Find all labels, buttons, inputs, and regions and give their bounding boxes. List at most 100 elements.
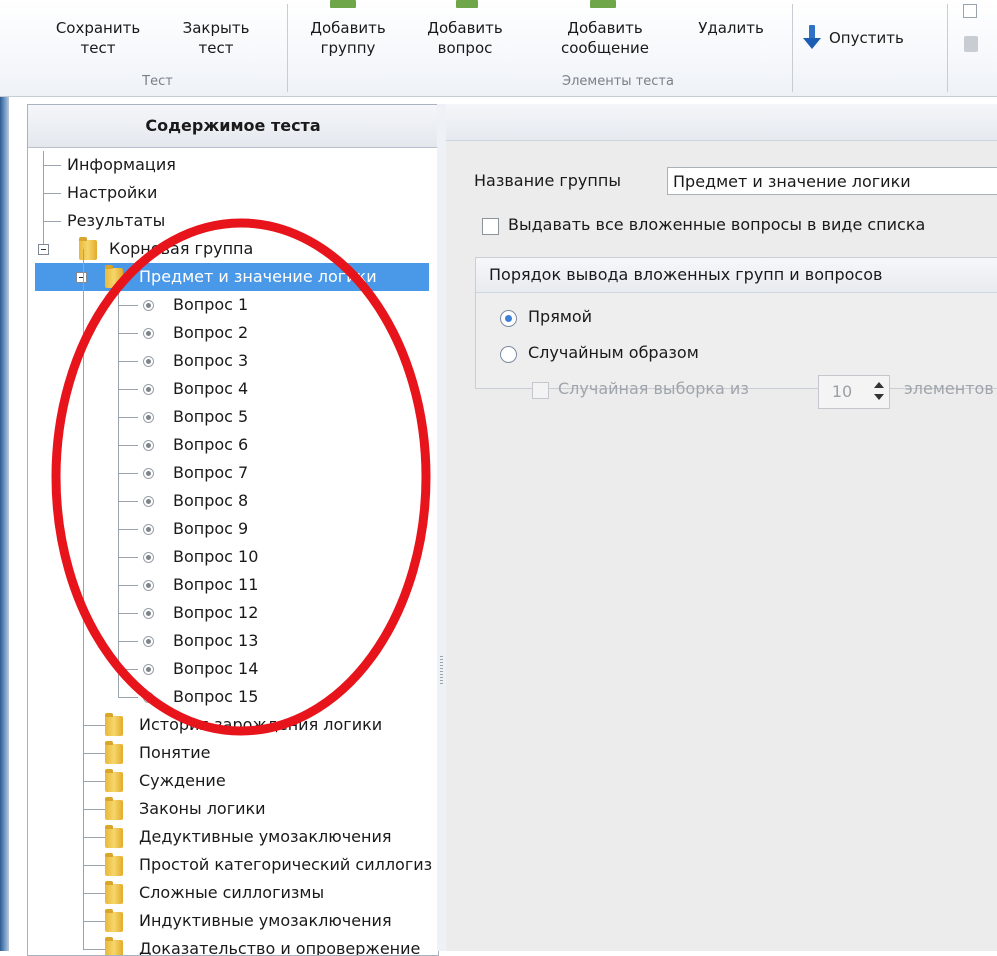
collapse-group-icon[interactable] xyxy=(76,272,87,283)
tree-item-root-group[interactable]: Корневая группа xyxy=(109,235,253,263)
group-name-input[interactable]: Предмет и значение логики xyxy=(667,167,997,195)
tree-item-label: Дедуктивные умозаключения xyxy=(139,827,392,846)
add-message-icon xyxy=(590,0,616,8)
test-contents-panel: Содержимое теста Информация Настройки Резу… xyxy=(27,104,439,956)
close-test-button[interactable]: Закрыть тест xyxy=(166,18,266,58)
list-mode-checkbox[interactable] xyxy=(482,218,499,235)
splitter-grip[interactable] xyxy=(440,656,443,684)
order-direct-radio[interactable] xyxy=(500,310,517,327)
tree-item-label: Информация xyxy=(67,155,176,174)
question-icon xyxy=(143,552,154,563)
tree-item-label: Корневая группа xyxy=(109,239,254,258)
tree-item-group[interactable]: Простой категорический силлогизм xyxy=(139,851,432,879)
tree-item-question[interactable]: Вопрос 15 xyxy=(173,683,258,711)
tree-item-question[interactable]: Вопрос 5 xyxy=(173,403,248,431)
ribbon-separator xyxy=(287,4,288,92)
tree-item-question[interactable]: Вопрос 6 xyxy=(173,431,248,459)
tree-item-question[interactable]: Вопрос 9 xyxy=(173,515,248,543)
move-down-button[interactable]: Опустить xyxy=(803,20,904,56)
folder-icon xyxy=(105,825,123,848)
tree-item-question[interactable]: Вопрос 12 xyxy=(173,599,258,627)
tree-item-settings-node[interactable]: Результаты xyxy=(67,207,165,235)
tree-item-question[interactable]: Вопрос 13 xyxy=(173,627,258,655)
tree-item-label: Вопрос 15 xyxy=(173,687,259,706)
delete-button[interactable]: Удалить xyxy=(686,18,776,38)
tree-item-label: Вопрос 1 xyxy=(173,295,249,314)
random-sample-checkbox[interactable] xyxy=(532,382,549,399)
add-question-label-2: вопрос xyxy=(437,39,493,57)
add-group-button[interactable]: Добавить группу xyxy=(298,18,398,58)
folder-icon xyxy=(105,853,123,876)
tree-item-label: Вопрос 3 xyxy=(173,351,249,370)
add-question-label-1: Добавить xyxy=(427,19,503,37)
tree-connector xyxy=(118,529,138,530)
tree-item-group[interactable]: Суждение xyxy=(139,767,226,795)
test-contents-tree: Информация Настройки Результаты Корневая гр… xyxy=(35,151,432,955)
question-icon xyxy=(143,692,154,703)
tree-item-group[interactable]: Законы логики xyxy=(139,795,266,823)
spinner-arrows-icon[interactable] xyxy=(873,382,885,402)
order-heading: Порядок вывода вложенных групп и вопросо… xyxy=(476,258,997,293)
test-contents-header: Содержимое теста xyxy=(28,105,438,148)
question-icon xyxy=(143,440,154,451)
tree-connector xyxy=(118,305,138,306)
question-icon xyxy=(143,496,154,507)
add-message-button[interactable]: Добавить сообщение xyxy=(540,18,670,58)
tree-item-label: Вопрос 12 xyxy=(173,603,259,622)
folder-icon xyxy=(105,713,123,736)
list-mode-label: Выдавать все вложенные вопросы в виде сп… xyxy=(508,215,926,234)
tree-item-group[interactable]: Доказательство и опровержение xyxy=(139,935,420,955)
order-random-radio[interactable] xyxy=(500,346,517,363)
tree-connector xyxy=(83,921,105,922)
random-sample-spinner[interactable]: 10 xyxy=(818,375,890,409)
tree-item-question[interactable]: Вопрос 3 xyxy=(173,347,248,375)
folder-icon xyxy=(105,909,123,932)
copy-icon[interactable] xyxy=(963,4,977,18)
tree-item-label: Вопрос 5 xyxy=(173,407,249,426)
tree-item-label: Предмет и значение логики xyxy=(139,267,377,286)
question-icon xyxy=(143,608,154,619)
question-icon xyxy=(143,468,154,479)
tree-connector xyxy=(118,501,138,502)
tree-connector xyxy=(118,613,138,614)
save-test-label-2: тест xyxy=(80,39,116,57)
tree-item-group[interactable]: Дедуктивные умозаключения xyxy=(139,823,392,851)
tree-item-question[interactable]: Вопрос 2 xyxy=(173,319,248,347)
tree-connector xyxy=(83,753,105,754)
tree-item-question[interactable]: Вопрос 4 xyxy=(173,375,248,403)
tree-item-label: Понятие xyxy=(139,743,211,762)
tree-item-group[interactable]: Индуктивные умозаключения xyxy=(139,907,392,935)
tree-connector xyxy=(43,221,61,222)
tree-item-settings-node[interactable]: Настройки xyxy=(67,179,157,207)
question-icon xyxy=(143,664,154,675)
tree-item-question[interactable]: Вопрос 11 xyxy=(173,571,258,599)
folder-icon xyxy=(79,237,97,260)
tree-item-question[interactable]: Вопрос 10 xyxy=(173,543,258,571)
add-group-label-1: Добавить xyxy=(310,19,386,37)
tree-item-settings-node[interactable]: Информация xyxy=(67,151,176,179)
tree-connector xyxy=(118,585,138,586)
tree-item-label: Вопрос 4 xyxy=(173,379,249,398)
move-down-label: Опустить xyxy=(829,29,904,47)
tree-item-question[interactable]: Вопрос 8 xyxy=(173,487,248,515)
tree-item-selected-group[interactable]: Предмет и значение логики xyxy=(139,263,377,291)
tree-item-group[interactable]: Понятие xyxy=(139,739,210,767)
tree-item-label: Простой категорический силлогизм xyxy=(139,855,432,874)
tree-item-group[interactable]: Сложные силлогизмы xyxy=(139,879,324,907)
tree-connector xyxy=(118,697,138,698)
tree-connector xyxy=(118,333,138,334)
group-name-label: Название группы xyxy=(474,171,621,190)
tree-connector xyxy=(83,837,105,838)
tree-connector xyxy=(83,781,105,782)
tree-item-label: История зарождения логики xyxy=(139,715,383,734)
tree-item-question[interactable]: Вопрос 14 xyxy=(173,655,258,683)
paste-icon[interactable] xyxy=(964,36,978,52)
collapse-root-icon[interactable] xyxy=(38,244,49,255)
save-test-button[interactable]: Сохранить тест xyxy=(45,18,151,58)
tree-item-group[interactable]: История зарождения логики xyxy=(139,711,382,739)
add-question-button[interactable]: Добавить вопрос xyxy=(415,18,515,58)
tree-item-question[interactable]: Вопрос 1 xyxy=(173,291,248,319)
tree-connector xyxy=(118,417,138,418)
tree-item-question[interactable]: Вопрос 7 xyxy=(173,459,248,487)
tree-item-label: Вопрос 10 xyxy=(173,547,259,566)
